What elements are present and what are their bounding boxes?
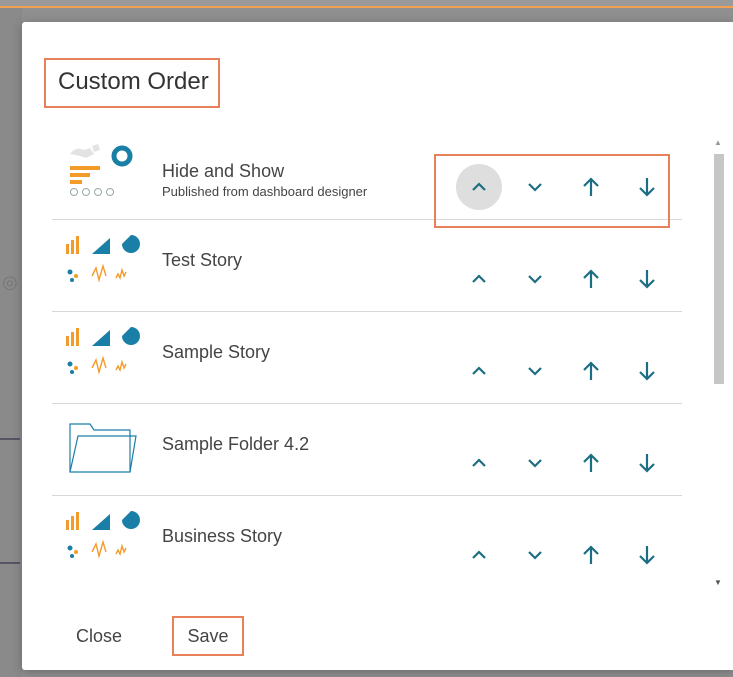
move-up-button[interactable] xyxy=(456,256,502,302)
move-to-bottom-icon xyxy=(639,270,655,289)
move-up-icon xyxy=(472,274,486,283)
title-highlight-box: Custom Order xyxy=(44,58,220,108)
background-accent-line xyxy=(0,6,733,8)
list-scrollbar[interactable]: ▲ ▼ xyxy=(710,128,726,594)
save-button[interactable]: Save xyxy=(172,616,244,656)
background-divider xyxy=(0,438,20,440)
move-to-top-button[interactable] xyxy=(568,256,614,302)
item-name: Hide and Show xyxy=(162,161,285,181)
move-down-icon xyxy=(528,183,542,192)
move-to-bottom-button[interactable] xyxy=(624,348,670,394)
list-item: Business Story xyxy=(52,496,682,588)
move-to-top-icon xyxy=(583,177,599,196)
scroll-up-arrow-icon[interactable]: ▲ xyxy=(714,138,722,147)
item-subtitle: Published from dashboard designer xyxy=(162,184,368,199)
story-thumbnail-icon xyxy=(60,318,140,390)
background-panel xyxy=(0,8,22,677)
list-item: Sample Folder 4.2 xyxy=(52,404,682,496)
item-name: Sample Story xyxy=(162,342,271,362)
background-icon: ◎ xyxy=(2,272,18,293)
move-down-icon xyxy=(528,367,542,376)
move-down-button[interactable] xyxy=(512,440,558,486)
list-item: Hide and Show Published from dashboard d… xyxy=(52,128,682,220)
move-to-top-button[interactable] xyxy=(568,348,614,394)
move-up-button[interactable] xyxy=(456,532,502,578)
move-to-top-icon xyxy=(583,361,599,380)
move-up-icon xyxy=(472,182,486,191)
move-to-bottom-icon xyxy=(639,546,655,565)
move-up-button[interactable] xyxy=(456,348,502,394)
move-down-icon xyxy=(528,551,542,560)
folder-icon xyxy=(60,410,140,482)
item-name: Test Story xyxy=(162,250,243,270)
move-to-top-icon xyxy=(583,453,599,472)
move-up-icon xyxy=(472,458,486,467)
move-down-button[interactable] xyxy=(512,348,558,394)
move-down-button[interactable] xyxy=(512,256,558,302)
move-to-top-button[interactable] xyxy=(568,532,614,578)
dialog-title: Custom Order xyxy=(58,68,209,95)
dashboard-thumbnail-icon xyxy=(60,134,140,206)
move-to-bottom-button[interactable] xyxy=(624,256,670,302)
move-to-bottom-button[interactable] xyxy=(624,164,670,210)
scroll-down-arrow-icon[interactable]: ▼ xyxy=(714,578,722,587)
background-divider xyxy=(0,562,20,564)
move-to-top-icon xyxy=(583,545,599,564)
item-name: Business Story xyxy=(162,526,283,546)
move-down-button[interactable] xyxy=(512,532,558,578)
story-thumbnail-icon xyxy=(60,226,140,298)
move-up-button[interactable] xyxy=(456,440,502,486)
move-to-top-button[interactable] xyxy=(568,440,614,486)
item-name: Sample Folder 4.2 xyxy=(162,434,310,454)
order-list[interactable]: Hide and Show Published from dashboard d… xyxy=(52,128,682,588)
move-to-bottom-button[interactable] xyxy=(624,440,670,486)
move-up-icon xyxy=(472,366,486,375)
move-up-button[interactable] xyxy=(456,164,502,210)
scrollbar-thumb[interactable] xyxy=(714,154,724,384)
move-down-icon xyxy=(528,459,542,468)
move-to-bottom-icon xyxy=(639,362,655,381)
move-to-top-icon xyxy=(583,269,599,288)
move-to-top-button[interactable] xyxy=(568,164,614,210)
move-to-bottom-button[interactable] xyxy=(624,532,670,578)
list-item: Test Story xyxy=(52,220,682,312)
close-button[interactable]: Close xyxy=(76,616,136,656)
move-to-bottom-icon xyxy=(639,454,655,473)
move-down-icon xyxy=(528,275,542,284)
move-up-icon xyxy=(472,550,486,559)
move-to-bottom-icon xyxy=(639,178,655,197)
move-down-button[interactable] xyxy=(512,164,558,210)
list-item: Sample Story xyxy=(52,312,682,404)
custom-order-dialog: Custom Order Hide and Show Published fro… xyxy=(22,22,733,670)
story-thumbnail-icon xyxy=(60,502,140,574)
